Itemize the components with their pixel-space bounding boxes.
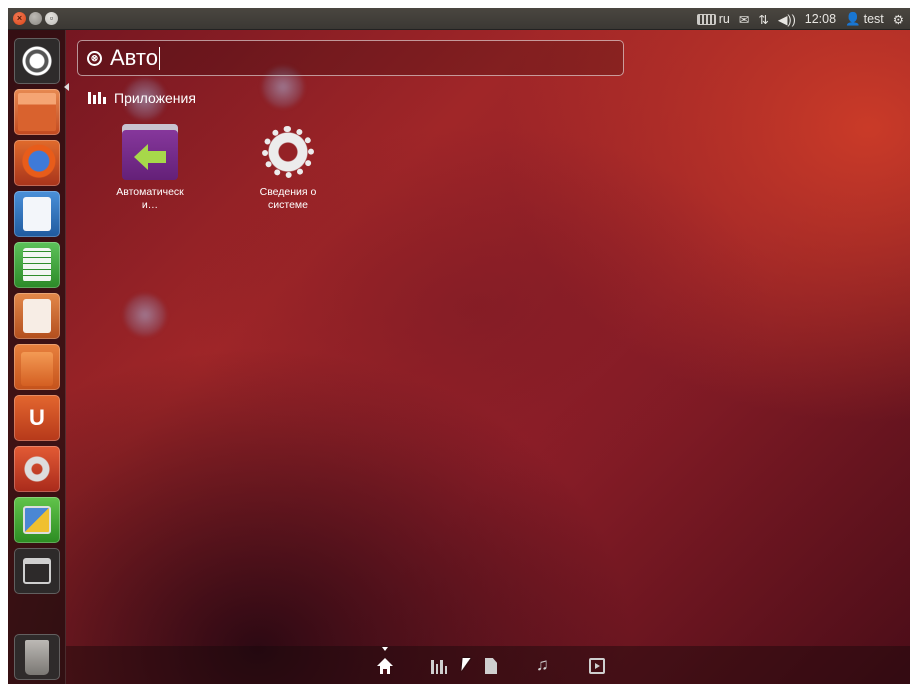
applications-icon — [88, 92, 106, 104]
user-name: test — [863, 12, 884, 26]
launcher-software-center-button[interactable] — [14, 344, 60, 390]
result-label-line2: и… — [141, 199, 159, 211]
launcher-dash-button[interactable] — [14, 38, 60, 84]
result-startup-applications[interactable]: Автоматическ и… — [100, 124, 200, 212]
desktop: × ▫ ru ✉ ⇅ ◀)) 12:08 👤 test ⚙ U ⊗ Авто П… — [8, 8, 910, 684]
trash-icon — [25, 640, 49, 675]
impress-icon — [23, 299, 51, 333]
files-lens-button[interactable] — [485, 658, 497, 674]
lens-bar: ♫ — [66, 646, 910, 684]
launcher-firefox-button[interactable] — [14, 140, 60, 186]
maximize-window-button[interactable]: ▫ — [45, 12, 58, 25]
dash-search-box[interactable]: ⊗ Авто — [77, 40, 624, 76]
shopping-bag-icon — [21, 352, 53, 386]
category-label: Приложения — [114, 90, 196, 106]
writer-icon — [23, 197, 51, 231]
video-lens-button[interactable] — [589, 658, 605, 674]
active-launcher-arrow-icon — [64, 83, 69, 91]
result-system-info[interactable]: Сведения о системе — [238, 124, 338, 212]
result-label-line1: Автоматическ — [116, 186, 184, 198]
gear-icon[interactable]: ⚙ — [893, 12, 904, 27]
volume-icon[interactable]: ◀)) — [778, 12, 796, 27]
text-caret — [158, 46, 160, 70]
home-lens-button[interactable] — [377, 658, 393, 674]
top-panel: × ▫ ru ✉ ⇅ ◀)) 12:08 👤 test ⚙ — [8, 8, 910, 30]
indicator-area: ru ✉ ⇅ ◀)) 12:08 👤 test ⚙ — [696, 8, 904, 30]
launcher-trash-button[interactable] — [14, 634, 60, 680]
launcher-window-switcher-button[interactable] — [14, 548, 60, 594]
applications-lens-button[interactable] — [431, 658, 447, 674]
result-label-line2: системе — [268, 199, 308, 211]
launcher-settings-button[interactable] — [14, 446, 60, 492]
launcher-impress-button[interactable] — [14, 293, 60, 339]
ubuntu-one-icon: U — [29, 405, 45, 430]
result-label-line1: Сведения о — [259, 186, 317, 198]
window-icon — [23, 558, 51, 584]
user-menu[interactable]: 👤 test — [845, 12, 884, 27]
mail-icon[interactable]: ✉ — [739, 12, 749, 27]
ubuntu-logo-icon — [18, 42, 56, 80]
startup-apps-icon — [122, 124, 178, 180]
search-query-text[interactable]: Авто — [110, 45, 158, 71]
network-icon[interactable]: ⇅ — [758, 12, 768, 27]
keyboard-indicator[interactable]: ru — [696, 12, 730, 26]
ghost-result-icon — [124, 294, 166, 336]
launcher-writer-button[interactable] — [14, 191, 60, 237]
launcher-ubuntu-one-button[interactable]: U — [14, 395, 60, 441]
keyboard-icon — [696, 13, 716, 25]
music-lens-button[interactable]: ♫ — [536, 656, 552, 673]
close-window-button[interactable]: × — [13, 12, 26, 25]
workspaces-icon — [23, 506, 51, 534]
clock[interactable]: 12:08 — [805, 12, 836, 26]
user-icon: 👤 — [845, 11, 861, 26]
launcher-workspaces-button[interactable] — [14, 497, 60, 543]
settings-icon — [18, 450, 56, 488]
launcher-calc-button[interactable] — [14, 242, 60, 288]
firefox-icon — [18, 144, 56, 182]
calc-icon — [23, 248, 51, 282]
launcher-files-button[interactable] — [14, 89, 60, 135]
minimize-window-button[interactable] — [29, 12, 42, 25]
active-lens-indicator-icon — [382, 647, 388, 651]
launcher: U — [8, 30, 69, 684]
mouse-pointer-icon — [461, 658, 471, 671]
folder-icon — [18, 93, 56, 131]
clear-search-icon[interactable]: ⊗ — [87, 50, 102, 66]
keyboard-layout-label: ru — [718, 12, 730, 26]
category-header-applications[interactable]: Приложения — [88, 90, 196, 106]
system-info-gear-icon — [260, 124, 316, 180]
